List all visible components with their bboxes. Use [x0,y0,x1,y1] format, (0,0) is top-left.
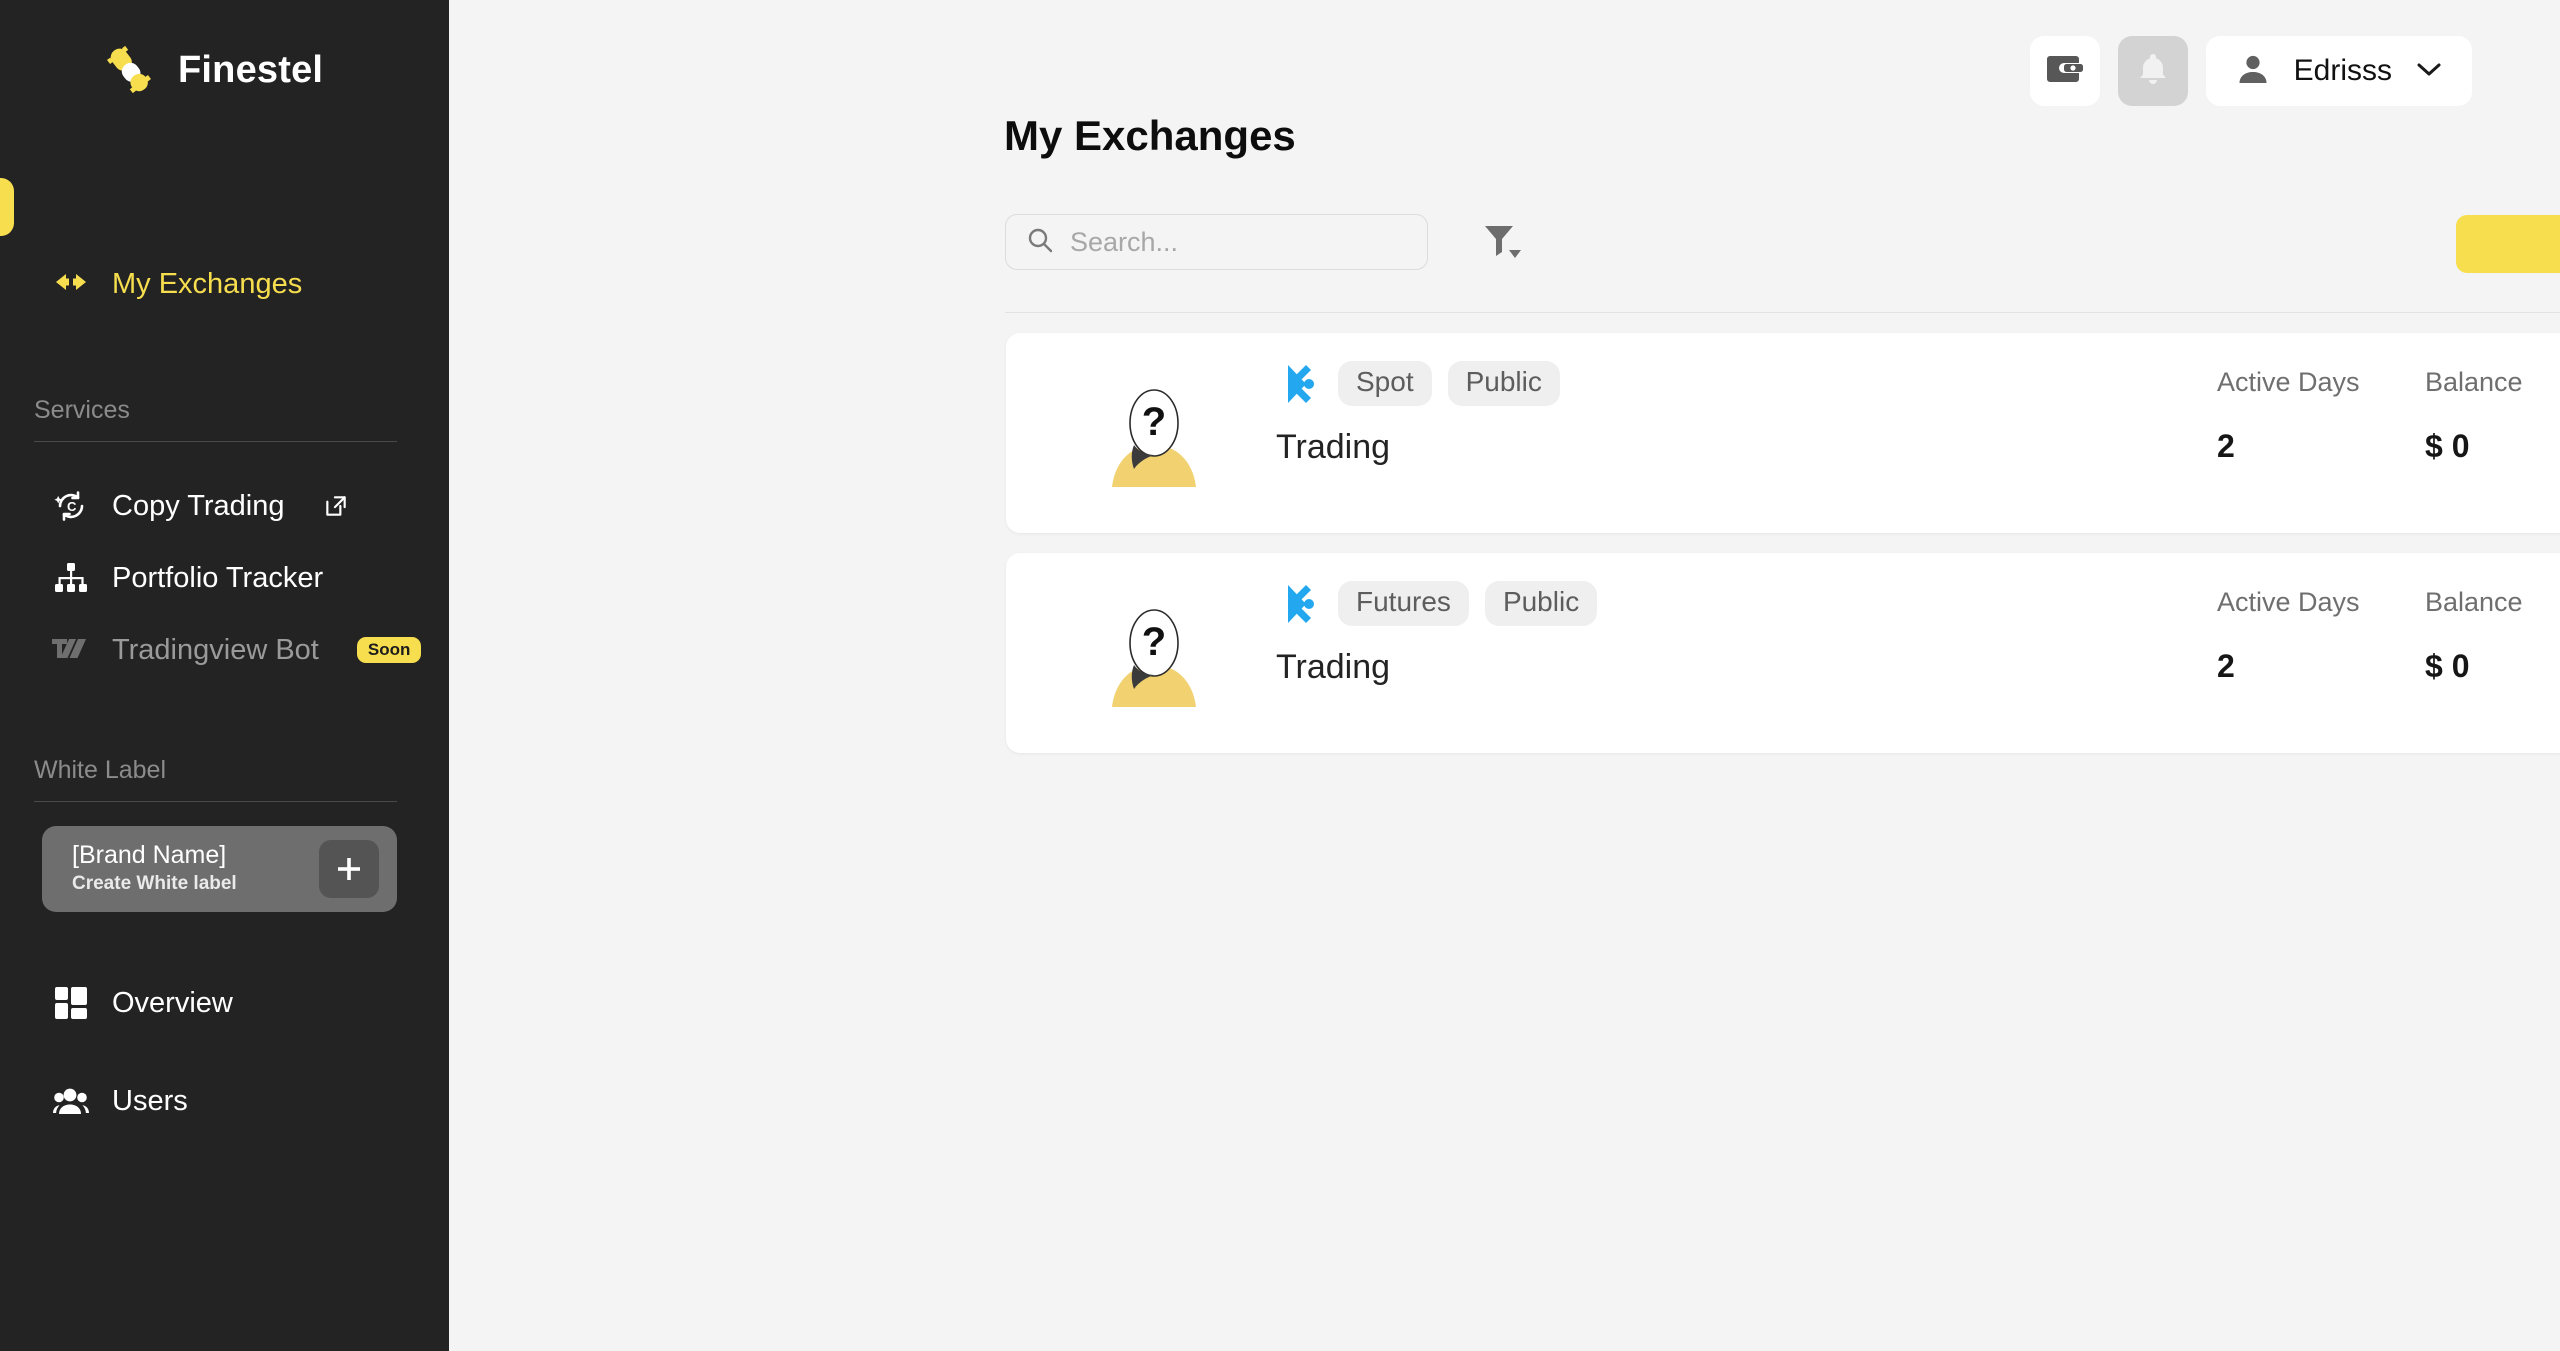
stat-value: 2 [2217,428,2235,464]
soon-badge: Soon [356,637,422,663]
wallet-icon [2046,53,2083,90]
sidebar-item-users[interactable]: Users [0,1052,449,1150]
sidebar-item-copy-trading[interactable]: C Copy Trading [0,470,449,542]
plus-icon [338,858,360,880]
tag-visibility: Public [1447,361,1560,406]
user-name: Edrisss [2293,54,2392,87]
sidebar-item-overview[interactable]: Overview [0,954,449,1052]
sidebar-item-label: Copy Trading [112,489,285,522]
sidebar-item-label: Portfolio Tracker [112,561,324,594]
exchange-account-card[interactable]: ? Futures Public Trading Active Days 2 B… [1006,553,2560,753]
copy-trading-icon: C [52,487,90,525]
unknown-user-avatar: ? [1098,383,1210,491]
account-tags: Spot Public [1276,361,1560,406]
kucoin-logo [1276,363,1322,405]
person-icon [2236,52,2270,91]
external-link-icon [323,493,349,519]
stat-value: 2 [2217,648,2235,684]
create-white-label-label: Create White label [72,872,237,894]
search-input[interactable] [1070,226,1407,258]
user-menu[interactable]: Edrisss [2205,36,2472,106]
sidebar-section-services: Services C Copy Trading Portfolio Tracke… [0,396,449,686]
account-name: Trading [1276,648,1391,686]
add-white-label-button[interactable] [319,840,379,898]
stat-label: Active Days [2217,367,2360,397]
portfolio-tracker-icon [52,559,90,597]
main-content: Edrisss My Exchanges Search... ? Spot Pu… [449,0,2560,1351]
stat-active-days: Active Days 2 [2217,367,2360,465]
stat-label: Balance [2425,587,2523,617]
bell-icon [2137,52,2169,91]
sidebar: Finestel My Exchanges Services C Copy Tr… [0,0,449,1351]
overview-grid-icon [52,984,90,1022]
stat-active-days: Active Days 2 [2217,587,2360,685]
toolbar-divider [1005,312,2560,313]
section-divider [34,441,397,442]
tag-market-type: Spot [1338,361,1432,406]
sidebar-item-label: Tradingview Bot [112,633,319,666]
sidebar-section-white-label: White Label [Brand Name] Create White la… [0,756,449,1150]
filter-icon [1477,217,1523,268]
stat-balance: Balance $ 0 [2425,587,2523,685]
finestel-logo-icon [104,44,156,96]
search-box[interactable] [1005,214,1428,270]
svg-text:?: ? [1142,620,1166,664]
section-title: White Label [34,756,167,784]
create-white-label-card[interactable]: [Brand Name] Create White label [42,826,397,912]
sidebar-item-label: My Exchanges [112,267,303,300]
page-title: My Exchanges [1004,112,1296,159]
kucoin-logo [1276,583,1322,625]
users-icon [52,1082,90,1120]
stat-value: $ 0 [2425,648,2470,684]
top-bar: Edrisss [2029,36,2472,106]
brand-name-placeholder: [Brand Name] [72,840,227,869]
filter-button[interactable] [1471,213,1529,271]
unknown-user-avatar: ? [1098,603,1210,711]
account-name: Trading [1276,428,1391,466]
search-icon [1026,226,1054,259]
brand-name: Finestel [178,48,324,91]
account-tags: Futures Public [1276,581,1598,626]
sidebar-item-tradingview-bot[interactable]: Tradingview Bot Soon [0,614,449,686]
exchange-account-card[interactable]: ? Spot Public Trading Active Days 2 Bala… [1006,333,2560,533]
sidebar-item-label: Overview [112,986,233,1019]
notifications-button[interactable] [2117,36,2188,106]
tag-market-type: Futures [1338,581,1469,626]
brand: Finestel [0,0,449,96]
section-title: Services [34,396,130,424]
exchange-arrows-icon [52,265,90,303]
stat-label: Balance [2425,367,2523,397]
sidebar-item-label: Users [112,1084,188,1117]
stat-value: $ 0 [2425,428,2470,464]
chevron-down-icon [2416,61,2442,82]
app-root: Finestel My Exchanges Services C Copy Tr… [0,0,2560,1351]
svg-text:C: C [67,499,77,514]
tradingview-icon [52,631,90,669]
wallet-button[interactable] [2029,36,2100,106]
sidebar-item-my-exchanges[interactable]: My Exchanges [0,254,449,314]
stat-label: Active Days [2217,587,2360,617]
tag-visibility: Public [1484,581,1598,626]
sidebar-item-portfolio-tracker[interactable]: Portfolio Tracker [0,542,449,614]
active-nav-indicator [0,178,14,236]
section-divider [34,801,397,802]
stat-balance: Balance $ 0 [2425,367,2523,465]
svg-text:?: ? [1142,400,1166,444]
new-account-button[interactable]: + New Account [2456,215,2560,273]
